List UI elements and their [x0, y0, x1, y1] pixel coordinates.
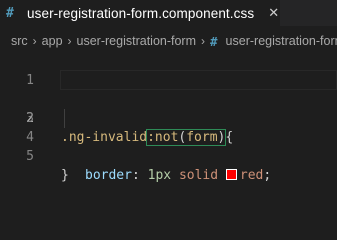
colon: :: [131, 168, 140, 183]
chevron-right-icon: ›: [32, 34, 37, 48]
code-line: 4 border: 1px solid red;: [0, 109, 337, 183]
code-editor[interactable]: 1 2 3 .ng-invalid:not(form){ 4 border: 1…: [0, 52, 337, 213]
tab-bar: # user-registration-form.component.css ✕: [0, 0, 337, 26]
breadcrumb-item-folder[interactable]: user-registration-form: [77, 34, 196, 48]
code-line: 1: [0, 52, 337, 88]
chevron-right-icon: ›: [67, 34, 72, 48]
brace-close: }: [61, 168, 69, 183]
breadcrumb-item-src[interactable]: src: [11, 34, 28, 48]
color-swatch[interactable]: [225, 169, 237, 180]
breadcrumb-item-file[interactable]: user-registration-form.component.css: [226, 34, 337, 48]
css-property: border: [85, 168, 132, 183]
css-file-icon: #: [6, 5, 14, 21]
css-file-icon: #: [210, 33, 218, 49]
code-text: border: 1px solid red;: [85, 166, 271, 185]
semicolon: ;: [263, 168, 272, 183]
breadcrumb: src › app › user-registration-form › # u…: [0, 30, 337, 52]
close-icon[interactable]: ✕: [268, 6, 279, 21]
code-line: 5 }: [0, 128, 337, 183]
code-line-current: 2: [0, 70, 337, 126]
chevron-right-icon: ›: [201, 34, 206, 48]
tab-label: user-registration-form.component.css: [27, 5, 255, 21]
indent-guide: [64, 109, 65, 128]
code-text: }: [61, 166, 69, 185]
breadcrumb-item-app[interactable]: app: [42, 34, 63, 48]
css-color-value: red: [239, 168, 264, 183]
editor-tab[interactable]: # user-registration-form.component.css ✕: [0, 0, 280, 26]
css-number: 1px: [147, 168, 172, 183]
current-line-highlight: [60, 70, 337, 90]
code-line: 3 .ng-invalid:not(form){: [0, 90, 337, 146]
css-value: solid: [178, 168, 219, 183]
line-number: 5: [26, 149, 34, 164]
